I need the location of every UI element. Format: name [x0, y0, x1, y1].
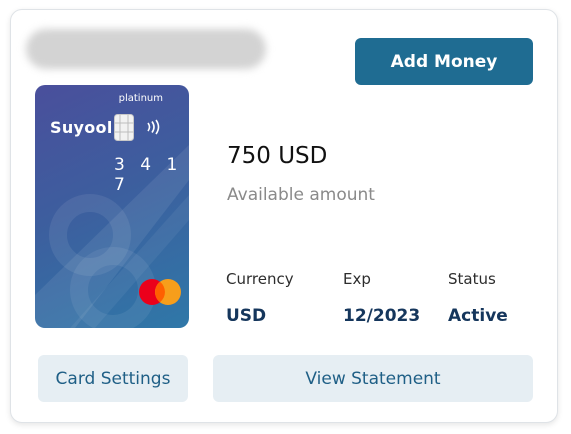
- status-detail: Status Active: [448, 269, 508, 327]
- available-balance-label: Available amount: [227, 185, 375, 205]
- expiry-label: Exp: [343, 270, 371, 288]
- view-statement-button[interactable]: View Statement: [213, 355, 533, 402]
- add-money-button[interactable]: Add Money: [355, 38, 533, 85]
- card-tier: platinum: [118, 93, 163, 104]
- expiry-detail: Exp 12/2023: [343, 269, 420, 327]
- blurred-card-holder-name: [26, 29, 266, 69]
- status-value: Active: [448, 306, 508, 326]
- debit-card-image: platinum Suyool 3 4 1 7: [35, 85, 189, 328]
- chip-icon: [114, 114, 134, 141]
- card-last-digits: 3 4 1 7: [114, 155, 183, 195]
- available-balance: 750 USD: [227, 143, 328, 169]
- card-settings-button[interactable]: Card Settings: [38, 355, 188, 402]
- status-label: Status: [448, 270, 496, 288]
- currency-label: Currency: [226, 270, 294, 288]
- mastercard-icon: [139, 279, 181, 305]
- contactless-icon: [147, 119, 160, 135]
- currency-value: USD: [226, 306, 267, 326]
- expiry-value: 12/2023: [343, 306, 421, 326]
- currency-detail: Currency USD: [226, 269, 294, 327]
- card-brand-logo: Suyool: [50, 118, 113, 137]
